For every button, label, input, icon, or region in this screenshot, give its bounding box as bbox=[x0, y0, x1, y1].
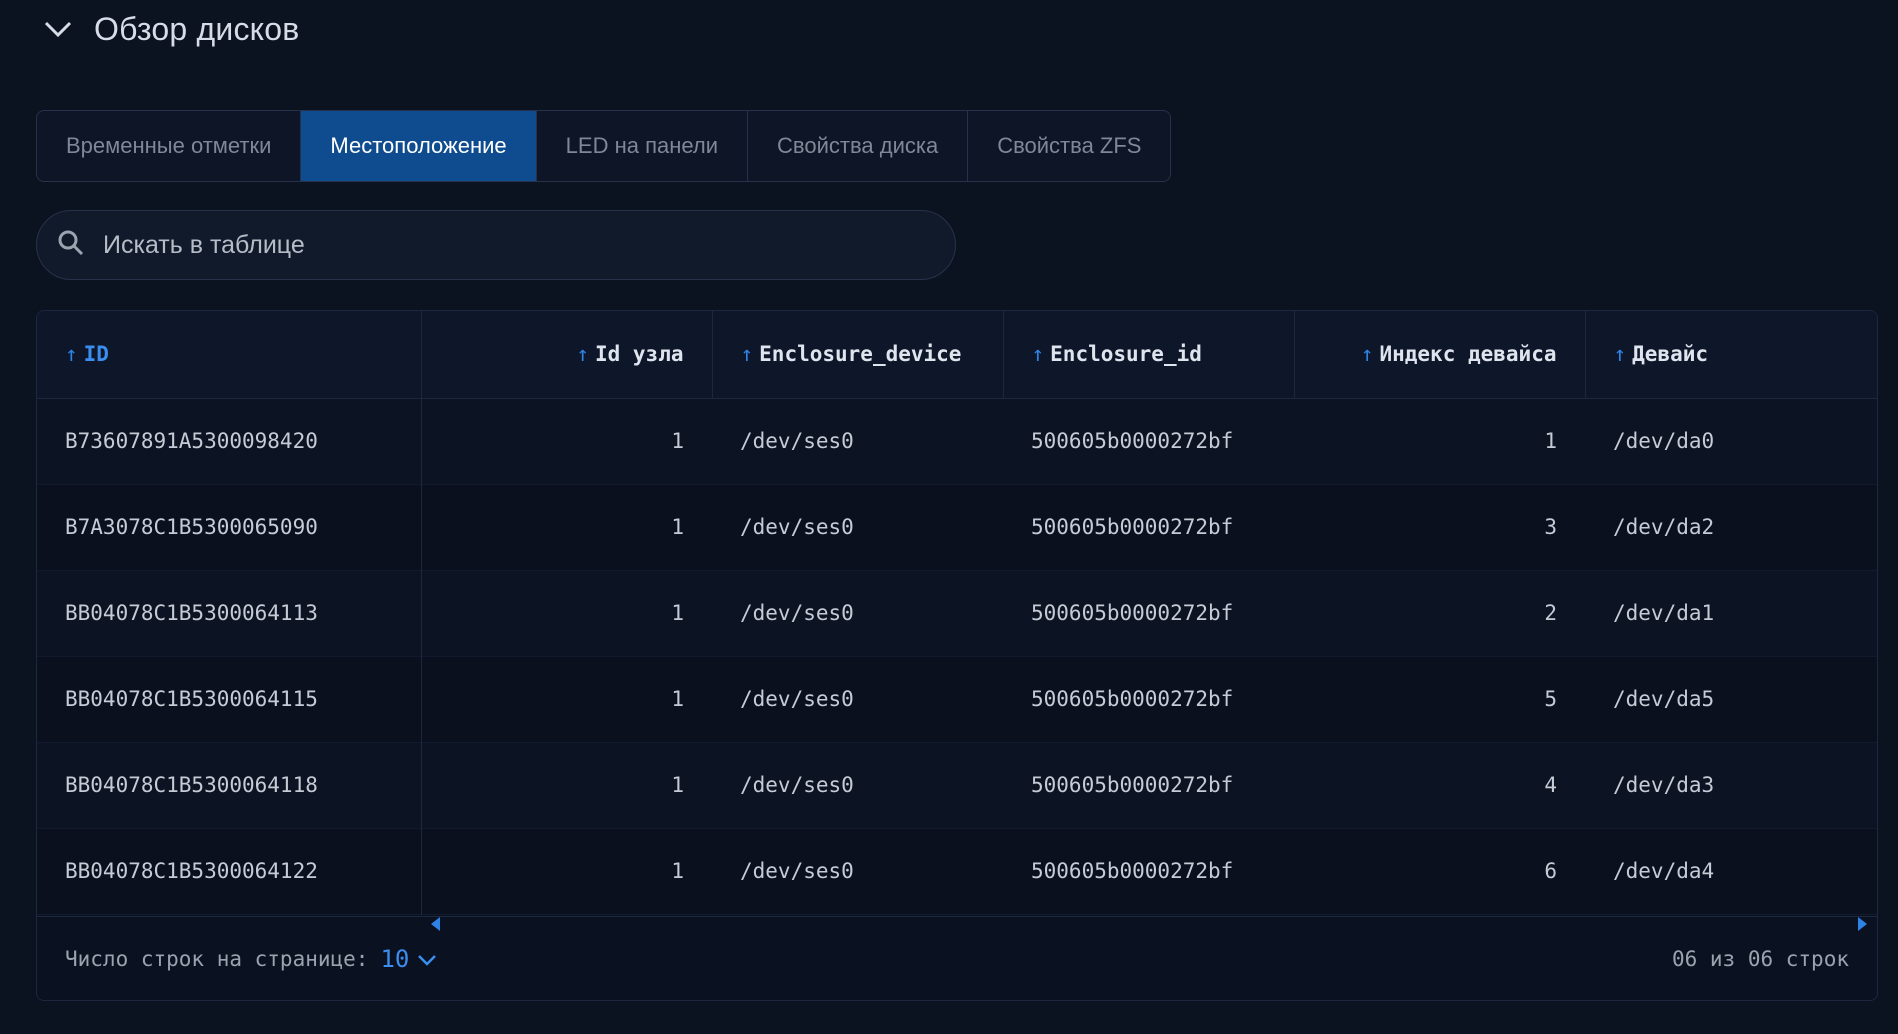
table-row[interactable]: BB04078C1B5300064122 1 /dev/ses0 500605b… bbox=[37, 828, 1877, 914]
rows-per-page: Число строк на странице: 10 bbox=[65, 945, 437, 973]
tab-bar: Временные отметки Местоположение LED на … bbox=[36, 110, 1172, 182]
cell-id: BB04078C1B5300064113 bbox=[37, 570, 422, 656]
search-icon bbox=[57, 229, 85, 262]
column-header-enclosure-device[interactable]: ↑ Enclosure_device bbox=[712, 311, 1004, 399]
column-header-device[interactable]: ↑ Девайс bbox=[1585, 311, 1877, 399]
table-header-row: ↑ ID ↑ Id узла ↑ Enclosure_device ↑ Enclosur… bbox=[37, 311, 1877, 399]
rows-per-page-value: 10 bbox=[380, 944, 410, 973]
chevron-down-icon bbox=[417, 945, 437, 973]
table-row[interactable]: B73607891A5300098420 1 /dev/ses0 500605b… bbox=[37, 398, 1877, 484]
cell-enclosure-id: 500605b0000272bf bbox=[1031, 429, 1234, 453]
cell-node-id: 1 bbox=[671, 515, 684, 539]
table-row[interactable]: BB04078C1B5300064115 1 /dev/ses0 500605b… bbox=[37, 656, 1877, 742]
cell-device-index: 2 bbox=[1544, 601, 1557, 625]
cell-id: BB04078C1B5300064122 bbox=[37, 828, 422, 914]
rows-per-page-select[interactable]: 10 bbox=[380, 945, 437, 973]
table-row[interactable]: BB04078C1B5300064118 1 /dev/ses0 500605b… bbox=[37, 742, 1877, 828]
column-header-id[interactable]: ↑ ID bbox=[37, 311, 422, 399]
cell-device-index: 5 bbox=[1544, 687, 1557, 711]
cell-enclosure-device: /dev/ses0 bbox=[740, 515, 854, 539]
cell-enclosure-id: 500605b0000272bf bbox=[1031, 687, 1234, 711]
cell-enclosure-id: 500605b0000272bf bbox=[1031, 601, 1234, 625]
row-count-summary: 06 из 06 строк bbox=[1671, 946, 1849, 971]
cell-enclosure-id: 500605b0000272bf bbox=[1031, 515, 1234, 539]
sort-arrow-icon: ↑ bbox=[65, 342, 78, 367]
cell-node-id: 1 bbox=[671, 429, 684, 453]
cell-device: /dev/da4 bbox=[1613, 859, 1715, 883]
tab-location[interactable]: Местоположение bbox=[301, 111, 537, 181]
column-header-device-index[interactable]: ↑ Индекс девайса bbox=[1294, 311, 1586, 399]
cell-device-index: 4 bbox=[1544, 773, 1557, 797]
scroll-left-icon[interactable] bbox=[431, 917, 440, 931]
cell-device-index: 3 bbox=[1544, 515, 1557, 539]
cell-enclosure-id: 500605b0000272bf bbox=[1031, 859, 1234, 883]
sort-arrow-icon: ↑ bbox=[740, 342, 754, 367]
cell-device: /dev/da5 bbox=[1613, 687, 1715, 711]
cell-enclosure-device: /dev/ses0 bbox=[740, 859, 854, 883]
tab-disk-properties[interactable]: Свойства диска bbox=[748, 111, 969, 181]
table-row[interactable]: B7A3078C1B5300065090 1 /dev/ses0 500605b… bbox=[37, 484, 1877, 570]
tab-zfs-properties[interactable]: Свойства ZFS bbox=[968, 111, 1170, 181]
search-input[interactable] bbox=[101, 229, 905, 261]
cell-device: /dev/da3 bbox=[1613, 773, 1715, 797]
sort-arrow-icon: ↑ bbox=[1360, 342, 1374, 367]
cell-id: B73607891A5300098420 bbox=[37, 398, 422, 484]
sort-arrow-icon: ↑ bbox=[1031, 342, 1045, 367]
cell-enclosure-device: /dev/ses0 bbox=[740, 429, 854, 453]
cell-node-id: 1 bbox=[671, 773, 684, 797]
cell-node-id: 1 bbox=[671, 687, 684, 711]
cell-device: /dev/da1 bbox=[1613, 601, 1715, 625]
cell-device: /dev/da0 bbox=[1613, 429, 1715, 453]
section-title: Обзор дисков bbox=[94, 10, 300, 47]
cell-id: B7A3078C1B5300065090 bbox=[37, 484, 422, 570]
cell-device-index: 6 bbox=[1544, 859, 1557, 883]
table-footer: Число строк на странице: 10 06 из 06 стр… bbox=[37, 916, 1877, 1000]
cell-enclosure-device: /dev/ses0 bbox=[740, 601, 854, 625]
table-row[interactable]: BB04078C1B5300064113 1 /dev/ses0 500605b… bbox=[37, 570, 1877, 656]
search-bar[interactable] bbox=[36, 210, 956, 280]
cell-node-id: 1 bbox=[671, 601, 684, 625]
column-header-enclosure-id[interactable]: ↑ Enclosure_id bbox=[1003, 311, 1295, 399]
sort-arrow-icon: ↑ bbox=[1613, 342, 1627, 367]
section-header[interactable]: Обзор дисков bbox=[40, 6, 299, 52]
cell-enclosure-id: 500605b0000272bf bbox=[1031, 773, 1234, 797]
column-header-node-id[interactable]: ↑ Id узла bbox=[421, 311, 713, 399]
chevron-down-icon[interactable] bbox=[40, 11, 76, 47]
cell-device: /dev/da2 bbox=[1613, 515, 1715, 539]
tab-timestamps[interactable]: Временные отметки bbox=[37, 111, 302, 181]
cell-node-id: 1 bbox=[671, 859, 684, 883]
cell-id: BB04078C1B5300064115 bbox=[37, 656, 422, 742]
cell-enclosure-device: /dev/ses0 bbox=[740, 687, 854, 711]
cell-enclosure-device: /dev/ses0 bbox=[740, 773, 854, 797]
sort-arrow-icon: ↑ bbox=[576, 342, 589, 367]
cell-device-index: 1 bbox=[1544, 429, 1557, 453]
scroll-right-icon[interactable] bbox=[1858, 917, 1867, 931]
tab-panel-led[interactable]: LED на панели bbox=[537, 111, 749, 181]
disk-table: ↑ ID ↑ Id узла ↑ Enclosure_device ↑ Enclosur… bbox=[36, 310, 1878, 1001]
rows-per-page-label: Число строк на странице: bbox=[65, 946, 369, 971]
cell-id: BB04078C1B5300064118 bbox=[37, 742, 422, 828]
